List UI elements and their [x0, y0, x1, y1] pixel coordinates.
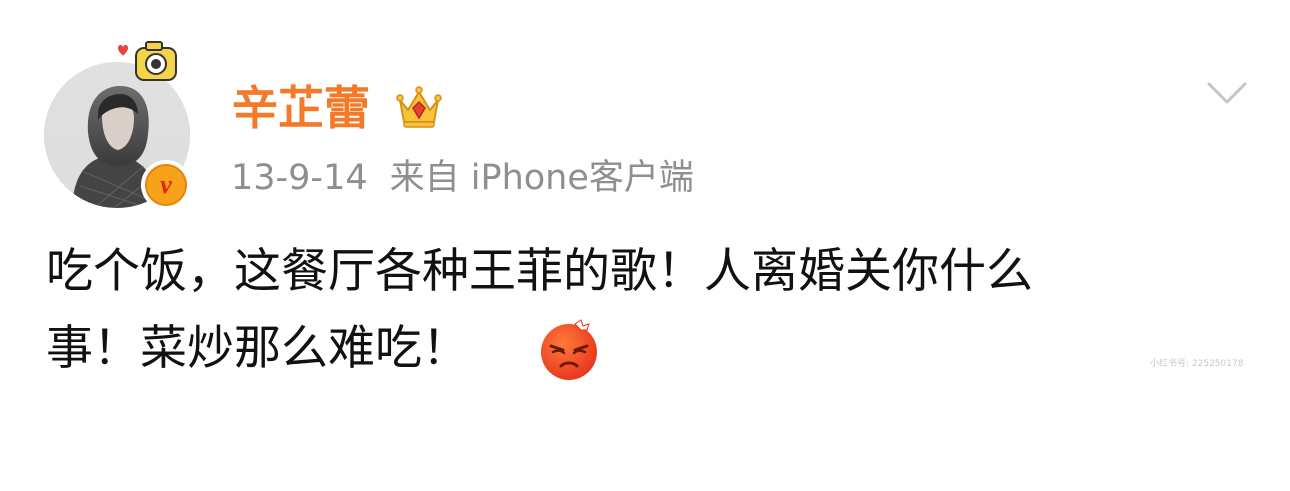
post-text-line-2: 事！菜炒那么难吃！ [46, 321, 469, 376]
crown-icon [396, 86, 442, 128]
weibo-post-card: v 辛芷蕾 13-9-14 来自 iPhone客户端 吃个饭，这餐厅各种王菲的歌！… [0, 0, 1290, 491]
chevron-down-icon[interactable] [1206, 76, 1248, 110]
post-meta: 13-9-14 来自 iPhone客户端 [231, 156, 694, 200]
avatar-pendant-camera-icon [118, 41, 177, 81]
post-text-line-1: 吃个饭，这餐厅各种王菲的歌！人离婚关你什么 [46, 244, 1033, 299]
verified-badge-icon: v [141, 160, 191, 210]
username[interactable]: 辛芷蕾 [232, 80, 370, 136]
angry-face-icon [541, 319, 597, 380]
watermark: 小红书号: 225250178 [1150, 359, 1244, 369]
post-source[interactable]: 来自 iPhone客户端 [390, 158, 694, 198]
post-date: 13-9-14 [231, 158, 368, 198]
